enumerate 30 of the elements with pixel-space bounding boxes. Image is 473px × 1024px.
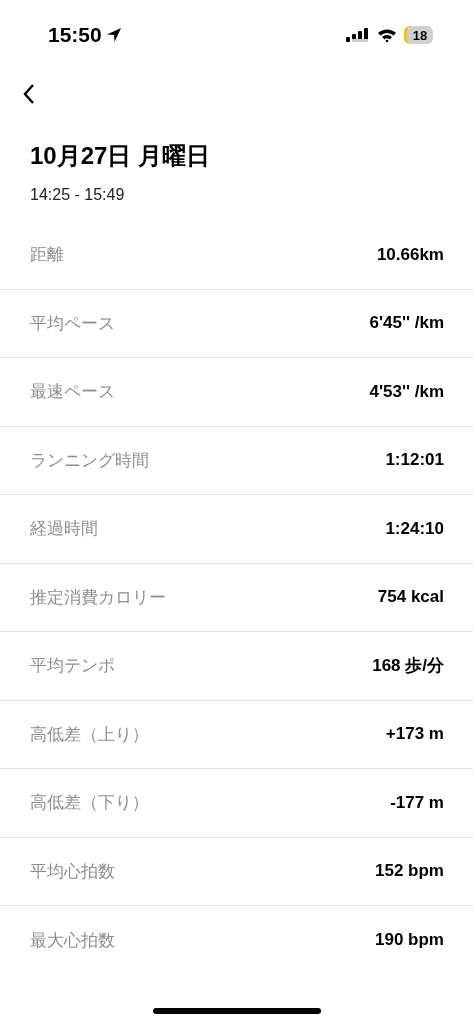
time-range: 14:25 - 15:49 [30,186,126,204]
stat-label: 経過時間 [30,518,98,541]
stat-label: ランニング時間 [30,449,149,472]
status-time: 15:50 [48,23,102,47]
signal-icon [346,28,370,42]
stat-label: 高低差（上り） [30,723,149,746]
stat-label: 最大心拍数 [30,929,115,952]
stat-value: 168 歩/分 [372,655,444,678]
stat-label: 平均心拍数 [30,860,115,883]
stat-value: 1:24:10 [385,518,444,539]
wifi-icon [377,28,397,42]
stat-value: -177 m [390,792,444,813]
stat-value: 152 bpm [375,861,444,882]
stat-value: 6'45'' /km [369,313,444,334]
stat-label: 最速ペース [30,381,115,404]
stat-value: +173 m [385,724,444,745]
stat-value: 754 kcal [377,587,444,608]
stat-value: 4'53'' /km [369,381,444,402]
stat-label: 推定消費カロリー [30,586,166,609]
stat-label: 平均ペース [30,312,115,335]
battery-indicator: 18 [404,26,433,44]
location-arrow-icon [105,27,122,43]
date-title: 10月27日 月曜日 [30,141,212,171]
stat-value: 10.66km [376,244,444,265]
stat-label: 平均テンポ [30,655,115,678]
stat-value: 190 bpm [375,930,444,951]
stat-label: 高低差（下り） [30,792,149,815]
stat-label: 距離 [30,244,64,267]
stat-value: 1:12:01 [385,450,444,471]
back-chevron-icon [22,83,36,105]
